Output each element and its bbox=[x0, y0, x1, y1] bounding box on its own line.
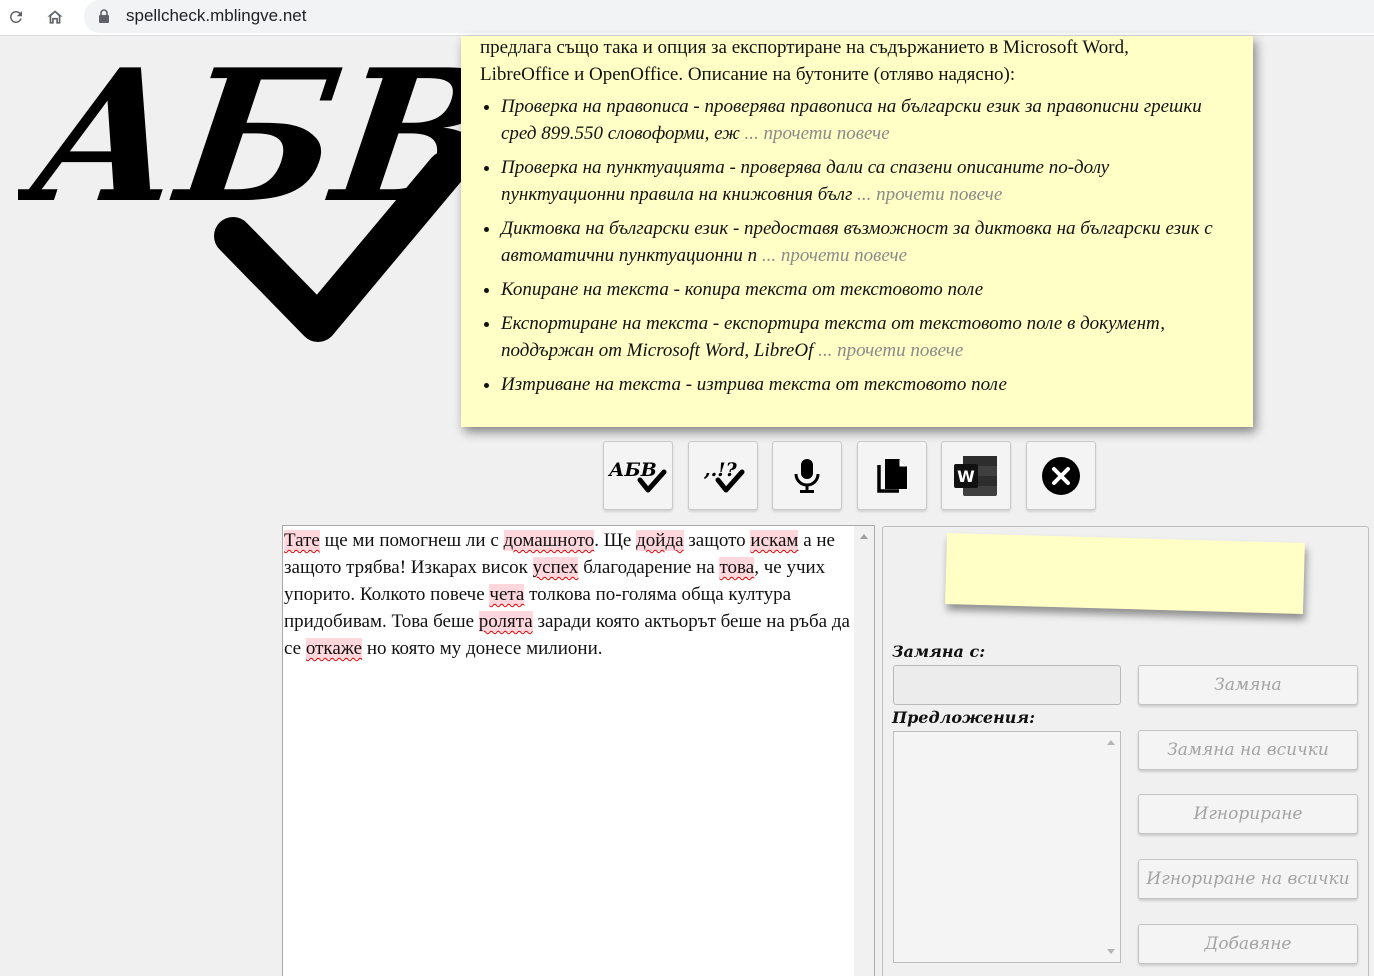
misspelled-word[interactable]: искам bbox=[750, 530, 799, 551]
ignore-all-button[interactable]: Игнориране на всички bbox=[1138, 859, 1358, 899]
button-descriptions: Проверка на правописа - проверява правоп… bbox=[480, 93, 1233, 398]
suggestions-label: Предложения: bbox=[892, 708, 1035, 727]
reload-icon[interactable] bbox=[5, 6, 27, 28]
text-segment: но която му донесе милиони. bbox=[362, 638, 603, 659]
list-item: Проверка на пунктуацията - проверява дал… bbox=[501, 154, 1233, 208]
url-text[interactable]: spellcheck.mblingve.net bbox=[126, 6, 306, 26]
text-editor[interactable]: Тате ще ми помогнеш ли с домашното. Ще д… bbox=[282, 525, 875, 976]
info-intro: предлага също така и опция за експортира… bbox=[480, 37, 1129, 85]
info-panel: предлага също така и опция за експортира… bbox=[461, 36, 1253, 427]
scroll-up-arrow-icon[interactable] bbox=[1107, 740, 1115, 745]
read-more-link[interactable]: ... прочети повече bbox=[745, 123, 890, 144]
spellcheck-icon: АБВ bbox=[607, 459, 667, 492]
replace-all-button[interactable]: Замяна на всички bbox=[1138, 730, 1358, 770]
export-word-button[interactable]: W bbox=[941, 441, 1011, 510]
suggestions-list[interactable] bbox=[893, 731, 1121, 963]
text-segment: . Ще bbox=[594, 530, 637, 551]
misspelled-word[interactable]: откаже bbox=[305, 638, 363, 659]
misspelled-word[interactable]: успех bbox=[532, 557, 579, 578]
ignore-button[interactable]: Игнориране bbox=[1138, 794, 1358, 834]
text-segment: благодарение на bbox=[578, 557, 720, 578]
suggestions-scrollbar[interactable] bbox=[1102, 732, 1120, 962]
replace-input[interactable] bbox=[893, 665, 1121, 705]
spellcheck-button[interactable]: АБВ bbox=[603, 441, 673, 510]
word-icon: W bbox=[954, 455, 997, 496]
editor-scrollbar[interactable] bbox=[854, 526, 874, 976]
home-icon[interactable] bbox=[44, 6, 66, 28]
clear-button[interactable] bbox=[1026, 441, 1096, 510]
copy-icon bbox=[877, 458, 907, 493]
lock-icon bbox=[98, 9, 112, 25]
copy-button[interactable] bbox=[857, 441, 927, 510]
svg-text:,.!?: ,.!? bbox=[703, 459, 738, 481]
misspelled-word[interactable]: ролята bbox=[478, 611, 533, 632]
replace-label: Замяна с: bbox=[892, 642, 986, 661]
read-more-link[interactable]: ... прочети повече bbox=[857, 184, 1002, 205]
misspelled-word[interactable]: дойда bbox=[636, 530, 684, 551]
microphone-icon bbox=[794, 458, 820, 493]
replace-button[interactable]: Замяна bbox=[1138, 665, 1358, 705]
list-item: Проверка на правописа - проверява правоп… bbox=[501, 93, 1233, 147]
misspelled-word[interactable]: Тате bbox=[284, 530, 320, 551]
punctuation-icon: ,.!? bbox=[703, 459, 745, 492]
scroll-down-arrow-icon[interactable] bbox=[1107, 949, 1115, 954]
add-button[interactable]: Добавяне bbox=[1138, 924, 1358, 964]
punctuation-button[interactable]: ,.!? bbox=[688, 441, 758, 510]
dictation-button[interactable] bbox=[772, 441, 842, 510]
misspelled-word[interactable]: това bbox=[719, 557, 755, 578]
list-item: Копиране на текста - копира текста от те… bbox=[501, 276, 1233, 303]
text-segment: защото bbox=[683, 530, 751, 551]
list-item: Експортиране на текста - експортира текс… bbox=[501, 310, 1233, 364]
text-segment: ще ми помогнеш ли с bbox=[319, 530, 504, 551]
editor-text[interactable]: Тате ще ми помогнеш ли с домашното. Ще д… bbox=[283, 527, 855, 662]
list-item: Изтриване на текста - изтрива текста от … bbox=[501, 371, 1233, 398]
svg-text:АБВ: АБВ bbox=[607, 459, 657, 481]
sticky-note bbox=[945, 533, 1305, 614]
list-item: Диктовка на български език - предоставя … bbox=[501, 215, 1233, 269]
svg-text:W: W bbox=[957, 467, 975, 486]
scroll-up-arrow-icon[interactable] bbox=[860, 534, 868, 539]
read-more-link[interactable]: ... прочети повече bbox=[818, 340, 963, 361]
browser-address-bar: spellcheck.mblingve.net bbox=[0, 0, 1374, 36]
misspelled-word[interactable]: чета bbox=[489, 584, 525, 605]
read-more-link[interactable]: ... прочети повече bbox=[762, 245, 907, 266]
misspelled-word[interactable]: домашното bbox=[503, 530, 595, 551]
site-logo[interactable]: АБВ bbox=[7, 30, 507, 350]
close-circle-icon bbox=[1042, 456, 1080, 495]
